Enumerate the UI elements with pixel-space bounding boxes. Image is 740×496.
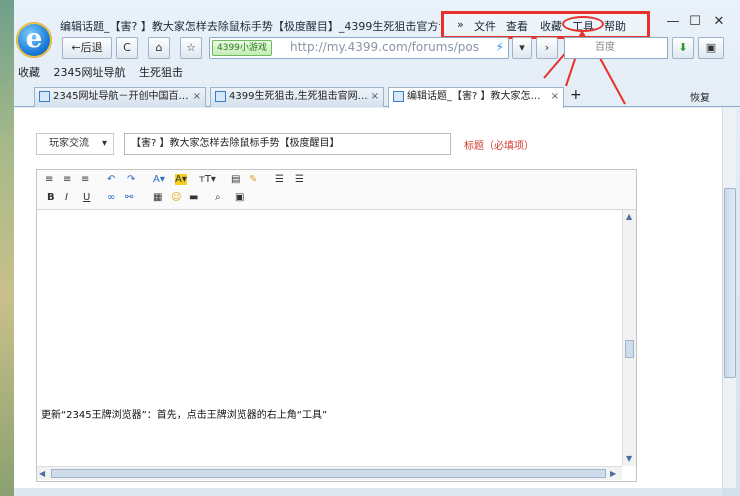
back-label: 后退 — [80, 41, 103, 54]
font-color-icon[interactable]: A▾ — [153, 174, 165, 185]
scroll-right-icon[interactable]: ▶ — [610, 469, 616, 478]
home-icon: ⌂ — [155, 41, 163, 54]
redo-icon[interactable]: ↷ — [127, 174, 135, 185]
highlight-color-icon[interactable]: A▾ — [175, 174, 187, 185]
bold-icon[interactable]: B — [47, 192, 55, 203]
menu-view[interactable]: 查看 — [506, 18, 528, 34]
align-center-icon[interactable]: ≡ — [63, 174, 71, 185]
paste-icon[interactable]: ▤ — [231, 174, 240, 185]
favorites-bar: 收藏 2345网址导航 生死狙击 — [18, 64, 193, 80]
menu-favorites[interactable]: 收藏 — [540, 18, 562, 34]
refresh-button[interactable]: C — [116, 37, 138, 59]
favorites-item[interactable]: 收藏 — [18, 66, 40, 79]
maximize-button[interactable]: ☐ — [684, 13, 706, 31]
find-icon[interactable]: ⌕ — [215, 192, 221, 203]
settings-menu-button[interactable]: ▣ — [698, 37, 724, 59]
ordered-list-icon[interactable]: ☰ — [275, 174, 284, 185]
menu-more[interactable]: » — [457, 18, 464, 31]
emoji-icon[interactable]: ☺ — [171, 192, 181, 203]
tab-close-button[interactable]: × — [551, 88, 559, 106]
editor-horizontal-scrollbar[interactable]: ◀ ▶ — [37, 466, 622, 480]
window-title: 编辑话题_【害? 】教大家怎样去除鼠标手势【极度醒目】_4399生死狙击官方论坛… — [60, 20, 440, 33]
minimize-button[interactable]: — — [662, 13, 684, 31]
scroll-up-icon[interactable]: ▲ — [626, 212, 632, 221]
desktop-background — [0, 0, 14, 496]
category-value: 玩家交流 — [49, 138, 89, 149]
tab-label: 编辑话题_【害? 】教大家怎… — [407, 91, 541, 102]
download-icon[interactable]: ⬇ — [672, 37, 694, 59]
category-select[interactable]: 玩家交流 ▾ — [36, 133, 114, 155]
unordered-list-icon[interactable]: ☰ — [295, 174, 304, 185]
tab-close-button[interactable]: × — [371, 88, 379, 106]
required-note: 标题（必填项） — [464, 141, 534, 152]
chevron-down-icon: ▾ — [101, 138, 107, 149]
unlink-icon[interactable]: ⚯ — [125, 192, 133, 203]
star-icon: ☆ — [186, 41, 196, 54]
undo-icon[interactable]: ↶ — [107, 174, 115, 185]
favorites-item[interactable]: 生死狙击 — [139, 66, 183, 79]
back-arrow-icon: ← — [71, 41, 81, 54]
tab-label: 4399生死狙击,生死狙击官网… — [229, 91, 368, 102]
tab-4399[interactable]: 4399生死狙击,生死狙击官网… × — [210, 87, 384, 107]
tools-highlight-ring — [562, 16, 604, 32]
scroll-down-icon[interactable]: ▼ — [626, 454, 632, 463]
address-bar[interactable]: 4399小游戏 http://my.4399.com/forums/pos...… — [209, 37, 509, 59]
editor-body-text[interactable]: 更新“2345王牌浏览器”：首先，点击王牌浏览器的右上角“工具” — [41, 406, 327, 421]
editor-toolbar: ≡ ≡ ≡ ↶ ↷ A▾ A▾ тT▾ ▤ ✎ ☰ ☰ B I U ∞ ⚯ ▦ … — [37, 170, 636, 210]
editor-hscroll-thumb[interactable] — [51, 469, 606, 478]
dropdown-button[interactable]: ▾ — [512, 37, 532, 59]
tab-bar: 2345网址导航－开创中国百… × 4399生死狙击,生死狙击官网… × 编辑话… — [14, 85, 740, 108]
font-size-icon[interactable]: тT▾ — [199, 174, 216, 185]
browser-window: e 编辑话题_【害? 】教大家怎样去除鼠标手势【极度醒目】_4399生死狙击官方… — [0, 0, 740, 496]
favorite-star-button[interactable]: ☆ — [180, 37, 202, 59]
tab-label: 2345网址导航－开创中国百… — [53, 91, 189, 102]
link-icon[interactable]: ∞ — [107, 192, 115, 203]
editor-vertical-scrollbar[interactable]: ▲ ▼ — [622, 210, 636, 466]
tab-2345[interactable]: 2345网址导航－开创中国百… × — [34, 87, 206, 107]
subject-input[interactable]: 【害? 】教大家怎样去除鼠标手势【极度醒目】 — [124, 133, 451, 155]
go-button[interactable]: › — [536, 37, 558, 59]
close-button[interactable]: ✕ — [708, 13, 730, 31]
image-icon[interactable]: ▬ — [189, 192, 198, 203]
menu-file[interactable]: 文件 — [474, 18, 496, 34]
page-icon — [39, 91, 50, 102]
italic-icon[interactable]: I — [65, 192, 68, 203]
table-icon[interactable]: ▦ — [153, 192, 162, 203]
favorites-item[interactable]: 2345网址导航 — [54, 66, 126, 79]
page-icon — [393, 91, 404, 102]
tab-close-button[interactable]: × — [193, 88, 201, 106]
page-icon — [215, 91, 226, 102]
page-horizontal-scrollbar[interactable] — [14, 488, 722, 496]
url-text: http://my.4399.com/forums/pos... — [290, 40, 480, 54]
editor-scroll-thumb[interactable] — [625, 340, 634, 358]
align-left-icon[interactable]: ≡ — [45, 174, 53, 185]
refresh-icon: C — [123, 41, 131, 54]
source-icon[interactable]: ▣ — [235, 192, 244, 203]
home-button[interactable]: ⌂ — [148, 37, 170, 59]
browser-logo-icon: e — [16, 22, 52, 58]
scroll-left-icon[interactable]: ◀ — [39, 469, 45, 478]
back-button[interactable]: ←后退 — [62, 37, 112, 59]
brush-icon[interactable]: ✎ — [249, 174, 257, 185]
search-input[interactable]: 百度 — [564, 37, 668, 59]
tab-edit-topic[interactable]: 编辑话题_【害? 】教大家怎… × — [388, 87, 564, 108]
menu-help[interactable]: 帮助 — [604, 18, 626, 34]
speed-mode-icon[interactable]: ⚡ — [496, 40, 504, 54]
align-right-icon[interactable]: ≡ — [81, 174, 89, 185]
restore-button[interactable]: 恢复 — [690, 89, 710, 104]
safe-site-badge: 4399小游戏 — [212, 40, 272, 56]
rich-text-editor[interactable]: ≡ ≡ ≡ ↶ ↷ A▾ A▾ тT▾ ▤ ✎ ☰ ☰ B I U ∞ ⚯ ▦ … — [36, 169, 637, 482]
scroll-thumb[interactable] — [724, 188, 736, 378]
new-tab-button[interactable]: + — [570, 87, 582, 103]
underline-icon[interactable]: U — [83, 192, 90, 203]
page-scrollbar[interactable] — [722, 108, 736, 488]
